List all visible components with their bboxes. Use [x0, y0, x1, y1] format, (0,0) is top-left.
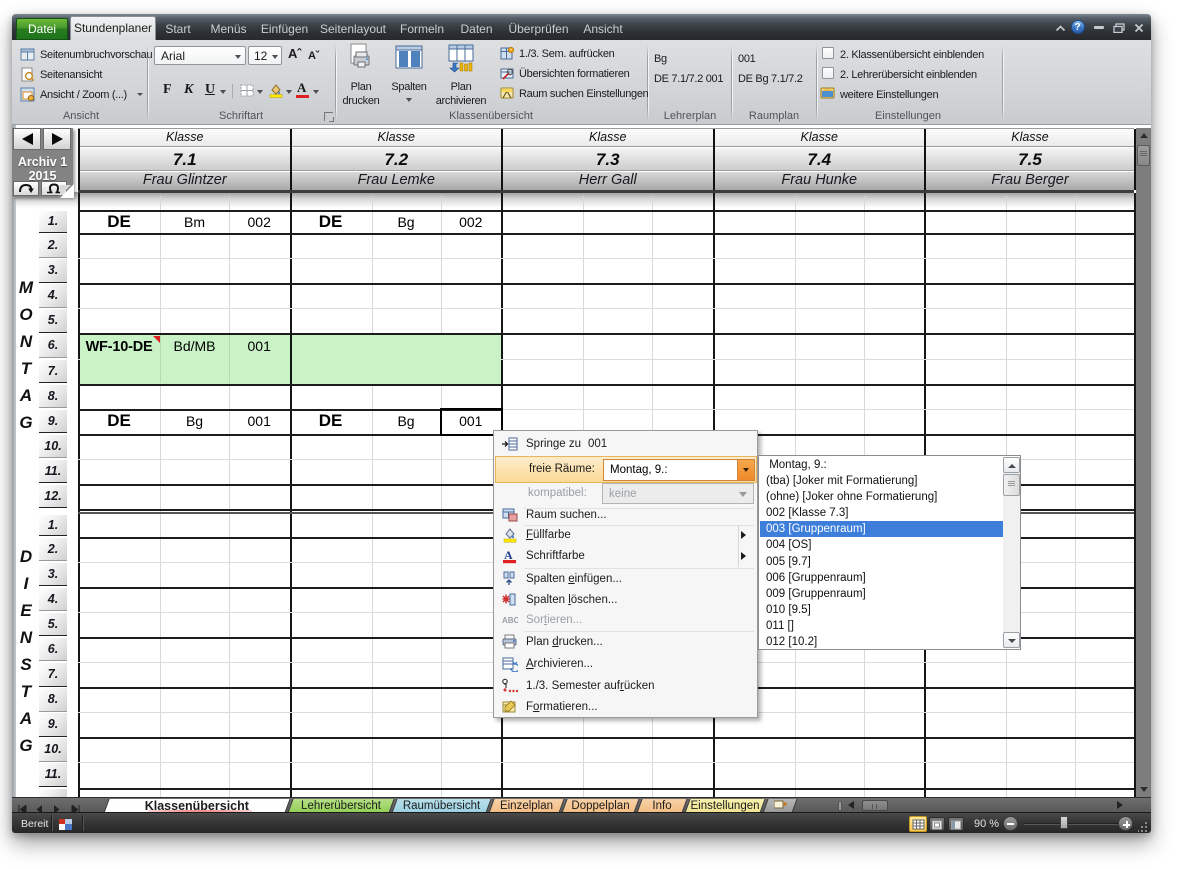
svg-text:A: A: [504, 548, 513, 562]
svg-text:ABC: ABC: [502, 616, 518, 625]
